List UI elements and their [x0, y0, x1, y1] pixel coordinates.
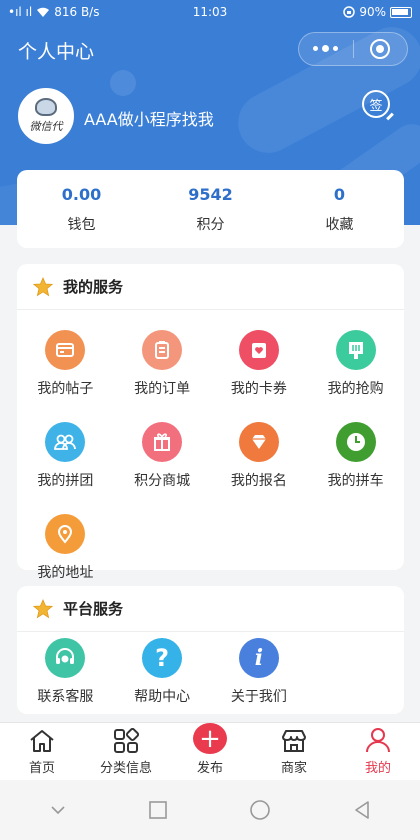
service-my-flash-sales[interactable]: 我的抢购	[307, 318, 404, 410]
service-my-orders[interactable]: 我的订单	[114, 318, 211, 410]
back-triangle-icon[interactable]	[352, 800, 372, 820]
diamond-icon	[238, 422, 279, 462]
plus-icon: +	[193, 723, 227, 754]
battery-percent: 90%	[359, 5, 386, 19]
page-title: 个人中心	[18, 40, 95, 63]
card-header: 平台服务	[17, 586, 404, 632]
tab-label: 分类信息	[99, 761, 152, 776]
location-icon	[45, 514, 86, 554]
gift-icon	[142, 422, 183, 462]
tab-label: 商家	[280, 761, 307, 776]
service-points-mall[interactable]: 积分商城	[114, 410, 211, 502]
avatar-brand-text: 微信代	[29, 120, 63, 133]
stat-points[interactable]: 9542 积分	[146, 170, 275, 248]
more-menu-button[interactable]	[299, 45, 353, 52]
home-icon	[30, 730, 54, 752]
stat-label: 钱包	[67, 216, 96, 233]
service-my-posts[interactable]: 我的帖子	[17, 318, 114, 410]
service-my-addresses[interactable]: 我的地址	[17, 502, 114, 594]
tab-category[interactable]: 分类信息	[84, 723, 168, 780]
services-grid: 我的帖子 我的订单 我的卡券 我的抢购 我的拼团 积分商城 我的报名 我的拼车	[17, 310, 404, 594]
clock-icon	[335, 422, 376, 462]
wifi-icon	[37, 7, 50, 17]
sign-in-button[interactable]: 签	[362, 90, 390, 118]
stat-wallet[interactable]: 0.00 钱包	[17, 170, 146, 248]
title-bar: 个人中心	[0, 28, 420, 72]
username: AAA做小程序找我	[84, 110, 214, 129]
tab-mine[interactable]: 我的	[336, 723, 420, 780]
tab-home[interactable]: 首页	[0, 723, 84, 780]
stat-value: 0.00	[61, 184, 102, 204]
platform-contact-support[interactable]: 联系客服	[17, 634, 114, 710]
platform-grid: 联系客服 ? 帮助中心 i 关于我们	[17, 632, 404, 710]
service-label: 积分商城	[134, 473, 191, 489]
service-label: 我的拼车	[327, 473, 384, 489]
tab-merchants[interactable]: 商家	[252, 723, 336, 780]
category-icon	[114, 728, 139, 753]
stat-label: 收藏	[325, 216, 354, 233]
rotation-lock-icon	[343, 6, 356, 18]
my-services-card: 我的服务 我的帖子 我的订单 我的卡券 我的抢购 我的拼团 积分商城 我的报名 …	[17, 264, 404, 581]
service-label: 帮助中心	[134, 689, 191, 705]
headset-icon	[45, 638, 86, 678]
service-my-carpools[interactable]: 我的拼车	[307, 410, 404, 502]
info-icon: i	[238, 638, 279, 678]
home-circle-icon[interactable]	[249, 799, 271, 821]
avatar[interactable]: 微信代	[18, 88, 74, 144]
service-label: 关于我们	[230, 689, 287, 705]
order-icon	[142, 330, 183, 370]
service-label: 联系客服	[37, 689, 94, 705]
platform-about-us[interactable]: i 关于我们	[211, 634, 308, 710]
tab-label: 我的	[364, 761, 391, 776]
tab-publish[interactable]: + 发布	[168, 723, 252, 780]
service-label: 我的帖子	[37, 381, 94, 397]
stats-card: 0.00 钱包 9542 积分 0 收藏	[17, 170, 404, 248]
service-label: 我的卡券	[230, 381, 287, 397]
service-label: 我的报名	[230, 473, 287, 489]
card-title: 平台服务	[63, 600, 124, 618]
sign-in-label: 签	[369, 98, 383, 114]
platform-services-card: 平台服务 联系客服 ? 帮助中心 i 关于我们	[17, 586, 404, 714]
system-navigation-bar	[0, 780, 420, 840]
avatar-figure-icon	[35, 98, 57, 116]
service-label: 我的地址	[37, 565, 94, 581]
card-title: 我的服务	[63, 278, 124, 296]
signal-icon: •ıl ıl	[8, 5, 33, 19]
user-icon	[366, 728, 390, 753]
flash-sale-icon	[335, 330, 376, 370]
group-buy-icon	[45, 422, 86, 462]
target-icon	[370, 39, 391, 59]
service-my-group-buys[interactable]: 我的拼团	[17, 410, 114, 502]
more-dots-icon	[313, 46, 319, 51]
stat-label: 积分	[196, 216, 225, 233]
help-icon: ?	[142, 638, 183, 678]
service-label: 我的订单	[134, 381, 191, 397]
stat-value: 9542	[188, 184, 233, 204]
tab-label: 首页	[28, 761, 55, 776]
platform-help-center[interactable]: ? 帮助中心	[114, 634, 211, 710]
service-my-registrations[interactable]: 我的报名	[211, 410, 308, 502]
clock: 11:03	[192, 5, 228, 19]
store-icon	[282, 730, 306, 752]
tab-label: 发布	[196, 761, 223, 776]
stat-favorites[interactable]: 0 收藏	[275, 170, 404, 248]
star-icon	[33, 276, 53, 296]
status-bar: •ıl ıl 816 B/s 11:03 90%	[0, 0, 420, 24]
service-label: 我的拼团	[37, 473, 94, 489]
network-speed: 816 B/s	[54, 5, 100, 19]
recent-apps-icon[interactable]	[148, 800, 168, 820]
star-icon	[33, 598, 53, 618]
close-miniprogram-button[interactable]	[353, 39, 407, 59]
miniprogram-capsule	[298, 32, 408, 66]
card-header: 我的服务	[17, 264, 404, 310]
coupon-icon	[238, 330, 279, 370]
post-icon	[45, 330, 86, 370]
service-label: 我的抢购	[327, 381, 384, 397]
stat-value: 0	[333, 184, 346, 204]
bottom-tab-bar: 首页 分类信息 + 发布 商家 我的	[0, 722, 420, 780]
service-my-coupons[interactable]: 我的卡券	[211, 318, 308, 410]
battery-icon	[390, 6, 412, 18]
chevron-down-icon[interactable]	[49, 804, 67, 816]
